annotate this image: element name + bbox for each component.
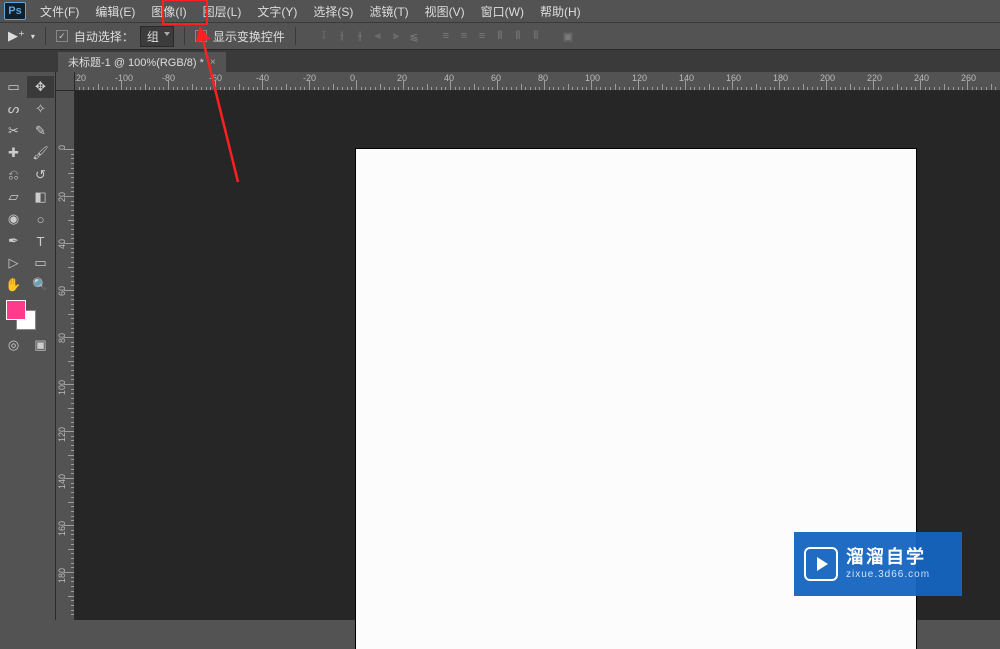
- menu-edit[interactable]: 编辑(E): [87, 1, 143, 22]
- tool-type[interactable]: T: [27, 230, 54, 252]
- tool-shape[interactable]: ▭: [27, 252, 54, 274]
- select-mode-dropdown[interactable]: 组: [140, 26, 174, 47]
- menu-type[interactable]: 文字(Y): [249, 1, 305, 22]
- ruler-tick-label: 260: [961, 73, 976, 83]
- align-top-icon[interactable]: ⫱: [316, 28, 332, 44]
- divider-icon: [45, 27, 46, 45]
- tool-pen[interactable]: ✒: [0, 230, 27, 252]
- tool-eraser[interactable]: ▱: [0, 186, 27, 208]
- ruler-tick-label: 200: [820, 73, 835, 83]
- move-tool-icon: ▶⁺: [8, 28, 25, 44]
- tool-blur[interactable]: ◉: [0, 208, 27, 230]
- align-left-icon[interactable]: ⫷: [370, 28, 386, 44]
- document-tab-title: 未标题-1 @ 100%(RGB/8) *: [68, 54, 204, 70]
- watermark-title: 溜溜自学: [846, 547, 930, 569]
- ruler-tick-label: 60: [491, 73, 501, 83]
- close-icon[interactable]: ×: [210, 57, 216, 68]
- ruler-tick-label: 120: [57, 427, 67, 442]
- tool-clone[interactable]: ⎌: [0, 164, 27, 186]
- ruler-tick-label: 80: [57, 333, 67, 343]
- tool-crop[interactable]: ✂: [0, 120, 27, 142]
- tool-rect-marquee[interactable]: ▭: [0, 76, 27, 98]
- auto-select-checkbox[interactable]: [56, 30, 68, 42]
- ruler-tick-label: 220: [867, 73, 882, 83]
- ruler-tick-label: -120: [75, 73, 86, 83]
- tool-move[interactable]: ✥: [27, 76, 54, 98]
- menu-view[interactable]: 视图(V): [417, 1, 473, 22]
- align-bottom-icon[interactable]: ⫳: [352, 28, 368, 44]
- ruler-tick-label: 80: [538, 73, 548, 83]
- watermark-url: zixue.3d66.com: [846, 569, 930, 581]
- play-icon: [804, 547, 838, 581]
- menu-filter[interactable]: 滤镜(T): [361, 1, 416, 22]
- ruler-tick-label: 120: [632, 73, 647, 83]
- ruler-corner: [56, 72, 75, 91]
- tool-brush[interactable]: 🖌: [27, 142, 54, 164]
- auto-align-icon[interactable]: ▣: [560, 28, 576, 44]
- tool-history-brush[interactable]: ↺: [27, 164, 54, 186]
- tool-lasso[interactable]: ᔕ: [0, 98, 27, 120]
- distribute-right-icon[interactable]: ⦀: [528, 28, 544, 44]
- ruler-horizontal[interactable]: -120-100-80-60-40-2002040608010012014016…: [75, 72, 1000, 91]
- distribute-left-icon[interactable]: ⦀: [492, 28, 508, 44]
- ruler-tick-label: -100: [115, 73, 133, 83]
- quick-mask-icon[interactable]: ◎: [0, 334, 27, 356]
- ruler-tick-label: 240: [914, 73, 929, 83]
- tool-dodge[interactable]: ○: [27, 208, 54, 230]
- ruler-tick-label: 60: [57, 286, 67, 296]
- ruler-tick-label: 40: [57, 239, 67, 249]
- auto-select-label: 自动选择：: [74, 28, 134, 45]
- ruler-tick-label: 0: [350, 73, 355, 83]
- foreground-swatch[interactable]: [6, 300, 26, 320]
- divider-icon: [184, 27, 185, 45]
- tool-healing-brush[interactable]: ✚: [0, 142, 27, 164]
- ruler-tick-label: 40: [444, 73, 454, 83]
- ps-logo: Ps: [4, 2, 26, 20]
- distribute-vcenter-icon[interactable]: ≡: [456, 28, 472, 44]
- ruler-tick-label: 160: [57, 521, 67, 536]
- tool-gradient[interactable]: ◧: [27, 186, 54, 208]
- ruler-tick-label: 100: [57, 380, 67, 395]
- distribute-group: ≡ ≡ ≡ ⦀ ⦀ ⦀: [438, 28, 544, 44]
- menu-select[interactable]: 选择(S): [305, 1, 361, 22]
- ruler-tick-label: 140: [57, 474, 67, 489]
- color-swatches[interactable]: [0, 296, 55, 334]
- distribute-top-icon[interactable]: ≡: [438, 28, 454, 44]
- toolbox: ▭✥ᔕ✧✂✎✚🖌⎌↺▱◧◉○✒T▷▭✋🔍 ◎ ▣: [0, 72, 56, 620]
- menu-help[interactable]: 帮助(H): [532, 1, 589, 22]
- options-bar: ▶⁺ ▾ 自动选择： 组 显示变换控件 ⫱ ⫲ ⫳ ⫷ ⫸ ⫹ ≡ ≡ ≡ ⦀ …: [0, 22, 1000, 50]
- align-right-icon[interactable]: ⫹: [406, 28, 422, 44]
- tool-path-select[interactable]: ▷: [0, 252, 27, 274]
- align-group: ⫱ ⫲ ⫳ ⫷ ⫸ ⫹: [316, 28, 422, 44]
- menu-layer[interactable]: 图层(L): [195, 1, 250, 22]
- document-tab[interactable]: 未标题-1 @ 100%(RGB/8) * ×: [58, 52, 226, 72]
- tool-eyedropper[interactable]: ✎: [27, 120, 54, 142]
- menu-bar: Ps 文件(F) 编辑(E) 图像(I) 图层(L) 文字(Y) 选择(S) 滤…: [0, 0, 1000, 22]
- document-tab-bar: 未标题-1 @ 100%(RGB/8) * ×: [0, 50, 1000, 72]
- menu-file[interactable]: 文件(F): [32, 1, 87, 22]
- distribute-bottom-icon[interactable]: ≡: [474, 28, 490, 44]
- ruler-tick-label: 160: [726, 73, 741, 83]
- menu-window[interactable]: 窗口(W): [473, 1, 532, 22]
- ruler-tick-label: 100: [585, 73, 600, 83]
- tool-zoom[interactable]: 🔍: [27, 274, 54, 296]
- ruler-tick-label: 20: [57, 192, 67, 202]
- show-transform-checkbox[interactable]: [195, 30, 207, 42]
- ruler-tick-label: 20: [397, 73, 407, 83]
- align-vcenter-icon[interactable]: ⫲: [334, 28, 350, 44]
- ruler-tick-label: 140: [679, 73, 694, 83]
- distribute-hcenter-icon[interactable]: ⦀: [510, 28, 526, 44]
- align-hcenter-icon[interactable]: ⫸: [388, 28, 404, 44]
- ruler-vertical[interactable]: 020406080100120140160180: [56, 91, 75, 620]
- divider-icon: [295, 27, 296, 45]
- ruler-tick-label: 180: [57, 568, 67, 583]
- tool-magic-wand[interactable]: ✧: [27, 98, 54, 120]
- screen-mode-icon[interactable]: ▣: [27, 334, 54, 356]
- show-transform-label: 显示变换控件: [213, 28, 285, 45]
- ruler-tick-label: 180: [773, 73, 788, 83]
- watermark-badge: 溜溜自学 zixue.3d66.com: [794, 532, 962, 596]
- tool-hand[interactable]: ✋: [0, 274, 27, 296]
- menu-image[interactable]: 图像(I): [143, 1, 194, 22]
